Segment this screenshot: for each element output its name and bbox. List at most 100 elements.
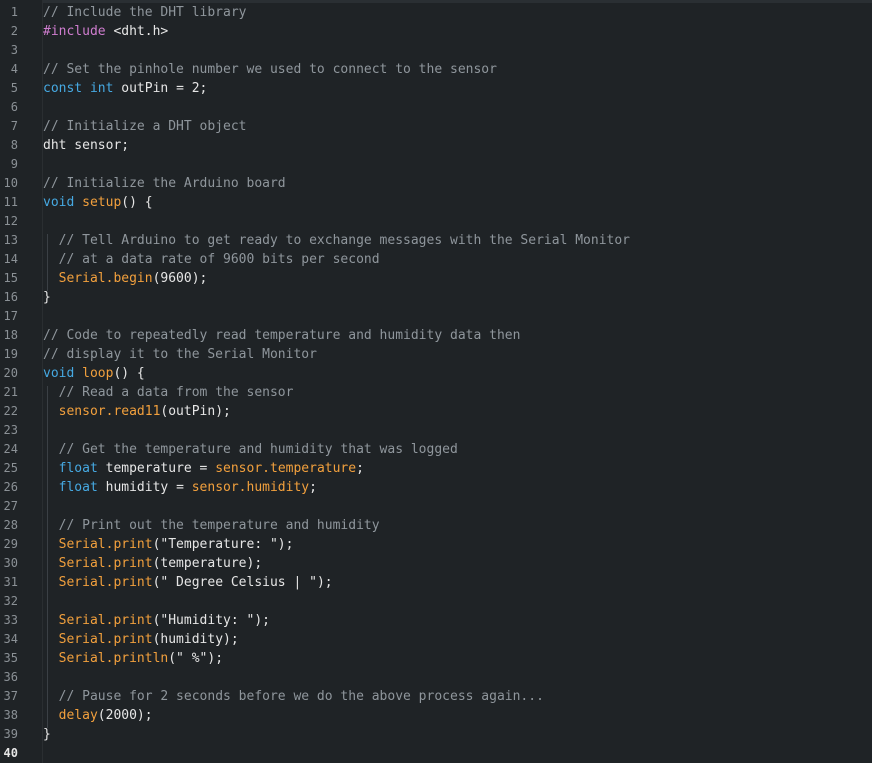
line-code: // Code to repeatedly read temperature a… [43, 326, 520, 345]
code-line[interactable]: 32 [0, 592, 872, 611]
code-line[interactable]: 10 // Initialize the Arduino board [0, 174, 872, 193]
code-line[interactable]: 16} [0, 288, 872, 307]
line-number: 39 [3, 727, 18, 741]
code-token-fn: setup [82, 195, 122, 210]
code-line[interactable]: 40 [0, 744, 872, 763]
code-token-fn: sensor.read11 [58, 404, 161, 419]
line-number: 35 [3, 651, 18, 665]
line-number: 6 [10, 100, 18, 114]
line-code: // at a data rate of 9600 bits per secon… [43, 250, 380, 269]
code-line[interactable]: 2 #include <dht.h> [0, 22, 872, 41]
code-line[interactable]: 14 // at a data rate of 9600 bits per se… [0, 250, 872, 269]
line-number: 32 [3, 594, 18, 608]
code-line[interactable]: 39} [0, 725, 872, 744]
code-line[interactable]: 13 // Tell Arduino to get ready to excha… [0, 231, 872, 250]
code-line[interactable]: 20 void loop() { [0, 364, 872, 383]
line-number: 7 [10, 119, 18, 133]
code-line[interactable]: 17 [0, 307, 872, 326]
code-line[interactable]: 31 Serial.print(" Degree Celsius | "); [0, 573, 872, 592]
code-token-comment: // display it to the Serial Monitor [43, 347, 317, 362]
line-number: 38 [3, 708, 18, 722]
line-number: 37 [3, 689, 18, 703]
code-line[interactable]: 33 Serial.print("Humidity: "); [0, 611, 872, 630]
code-line[interactable]: 27 [0, 497, 872, 516]
code-line[interactable]: 29 Serial.print("Temperature: "); [0, 535, 872, 554]
code-line[interactable]: 38 delay(2000); [0, 706, 872, 725]
code-token-plain: (2000); [97, 708, 153, 723]
code-line[interactable]: 35 Serial.println(" %"); [0, 649, 872, 668]
line-code: // Print out the temperature and humidit… [43, 516, 380, 535]
code-token-fn: Serial.print [58, 556, 153, 571]
line-number: 34 [3, 632, 18, 646]
code-token-plain: () { [113, 366, 145, 381]
code-line[interactable]: 24 // Get the temperature and humidity t… [0, 440, 872, 459]
code-token-fn: loop [82, 366, 114, 381]
code-line[interactable]: 5 const int outPin = 2; [0, 79, 872, 98]
code-line[interactable]: 4 // Set the pinhole number we used to co… [0, 60, 872, 79]
code-token-plain: humidity = [97, 480, 192, 495]
line-code: // Read a data from the sensor [43, 383, 294, 402]
code-line[interactable]: 19 // display it to the Serial Monitor [0, 345, 872, 364]
code-line[interactable]: 25 float temperature = sensor.temperatur… [0, 459, 872, 478]
code-line[interactable]: 30 Serial.print(temperature); [0, 554, 872, 573]
line-number: 2 [10, 24, 18, 38]
line-number: 20 [3, 366, 18, 380]
code-token-comment: // Initialize a DHT object [43, 119, 247, 134]
code-line[interactable]: 36 [0, 668, 872, 687]
line-code: Serial.println(" %"); [43, 649, 223, 668]
line-number: 4 [10, 62, 18, 76]
code-line[interactable]: 9 [0, 155, 872, 174]
line-code: // Initialize a DHT object [43, 117, 247, 136]
code-line[interactable]: 22 sensor.read11(outPin); [0, 402, 872, 421]
code-token-plain: temperature = [97, 461, 216, 476]
line-code: } [43, 288, 51, 307]
line-number: 25 [3, 461, 18, 475]
line-code: void loop() { [43, 364, 145, 383]
code-line[interactable]: 34 Serial.print(humidity); [0, 630, 872, 649]
code-line[interactable]: 15 Serial.begin(9600); [0, 269, 872, 288]
line-number: 24 [3, 442, 18, 456]
code-token-fn: sensor.humidity [191, 480, 310, 495]
code-line[interactable]: 8 dht sensor; [0, 136, 872, 155]
code-editor[interactable]: 1 // Include the DHT library 2 #include <dh… [0, 0, 872, 763]
code-line[interactable]: 21 // Read a data from the sensor [0, 383, 872, 402]
code-line[interactable]: 28 // Print out the temperature and humi… [0, 516, 872, 535]
line-code: void setup() { [43, 193, 153, 212]
code-line[interactable]: 7 // Initialize a DHT object [0, 117, 872, 136]
line-code: Serial.print(" Degree Celsius | "); [43, 573, 333, 592]
code-token-plain: ("Humidity: "); [152, 613, 270, 628]
line-number: 11 [3, 195, 18, 209]
line-code: Serial.begin(9600); [43, 269, 208, 288]
code-token-fn: Serial.print [58, 632, 153, 647]
line-code: Serial.print(humidity); [43, 630, 239, 649]
line-code: Serial.print("Humidity: "); [43, 611, 270, 630]
code-line[interactable]: 37 // Pause for 2 seconds before we do t… [0, 687, 872, 706]
code-token-comment: // Get the temperature and humidity that… [58, 442, 458, 457]
code-lines[interactable]: 1 // Include the DHT library 2 #include <dh… [0, 3, 872, 763]
code-line[interactable]: 12 [0, 212, 872, 231]
code-token-comment: // Pause for 2 seconds before we do the … [58, 689, 544, 704]
code-line[interactable]: 1 // Include the DHT library [0, 3, 872, 22]
line-code: // display it to the Serial Monitor [43, 345, 317, 364]
code-line[interactable]: 18 // Code to repeatedly read temperature… [0, 326, 872, 345]
code-token-fn: delay [58, 708, 98, 723]
code-line[interactable]: 11 void setup() { [0, 193, 872, 212]
code-line[interactable]: 6 [0, 98, 872, 117]
line-number: 28 [3, 518, 18, 532]
code-line[interactable]: 3 [0, 41, 872, 60]
code-line[interactable]: 23 [0, 421, 872, 440]
code-token-plain: (" Degree Celsius | "); [152, 575, 333, 590]
code-token-comment: // Include the DHT library [43, 5, 247, 20]
line-number: 29 [3, 537, 18, 551]
code-line[interactable]: 26 float humidity = sensor.humidity; [0, 478, 872, 497]
line-code: } [43, 725, 51, 744]
line-code: #include <dht.h> [43, 22, 168, 41]
